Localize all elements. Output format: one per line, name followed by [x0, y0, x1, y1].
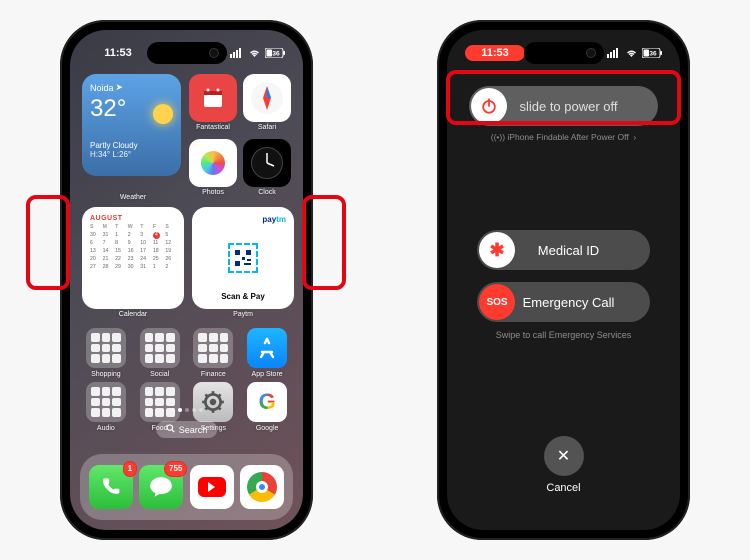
wifi-icon	[625, 48, 638, 58]
cancel-button[interactable]: ✕	[544, 436, 584, 476]
paytm-widget[interactable]: paytm Scan & Pay	[192, 207, 294, 309]
annotation-power-slider	[446, 70, 681, 125]
dynamic-island	[524, 42, 604, 64]
clock-app[interactable]	[243, 139, 291, 187]
sos-icon: SOS	[479, 284, 515, 320]
calendar-label: Calendar	[119, 311, 147, 318]
safari-label: Safari	[258, 124, 276, 131]
medical-id-slider[interactable]: ✱ Medical ID	[477, 230, 650, 270]
weather-widget[interactable]: Noida➤ 32° Partly Cloudy H:34° L:26°	[82, 74, 181, 176]
emergency-call-label: Emergency Call	[517, 295, 650, 310]
annotation-side-button	[302, 195, 346, 290]
weather-hilo: H:34° L:26°	[90, 150, 173, 159]
weather-location: Noida	[90, 83, 114, 93]
search-label: Search	[179, 425, 208, 435]
spotlight-search[interactable]: Search	[156, 421, 218, 438]
weather-condition: Partly Cloudy	[90, 141, 173, 150]
messages-badge: 755	[164, 461, 187, 477]
wifi-icon	[248, 48, 261, 58]
weather-widget-label: Weather	[82, 194, 184, 201]
svg-text:36: 36	[649, 51, 657, 58]
close-icon: ✕	[557, 446, 570, 466]
finance-folder[interactable]	[193, 328, 233, 368]
signal-icon	[230, 48, 244, 58]
photos-app[interactable]	[189, 139, 237, 187]
sun-icon	[153, 104, 173, 124]
paytm-logo: paytm	[262, 215, 286, 224]
findable-note[interactable]: ((•)) iPhone Findable After Power Off ›	[447, 132, 680, 142]
status-time: 11:53	[465, 45, 525, 61]
calendar-month: AUGUST	[90, 215, 176, 222]
battery-icon: 36	[642, 48, 662, 58]
iphone-home-mockup: 11:53 36 Noida➤	[60, 20, 313, 540]
phone-badge: 1	[123, 461, 137, 477]
signal-icon	[607, 48, 621, 58]
location-icon: ➤	[116, 82, 124, 93]
svg-text:36: 36	[272, 51, 280, 58]
medical-id-label: Medical ID	[517, 243, 650, 258]
dynamic-island	[147, 42, 227, 64]
swipe-note: Swipe to call Emergency Services	[447, 330, 680, 340]
shopping-folder[interactable]	[86, 328, 126, 368]
calendar-widget[interactable]: AUGUST SMTWTFS30311234567891011121314151…	[82, 207, 184, 309]
messages-app[interactable]: 755	[139, 465, 183, 509]
safari-app[interactable]	[243, 74, 291, 122]
battery-icon: 36	[265, 48, 285, 58]
search-icon	[166, 424, 175, 435]
fantastical-label: Fantastical	[196, 124, 230, 131]
clock-label: Clock	[258, 189, 276, 196]
settings-app[interactable]	[193, 382, 233, 422]
medical-icon: ✱	[479, 232, 515, 268]
social-folder[interactable]	[140, 328, 180, 368]
app-store-app[interactable]	[247, 328, 287, 368]
dock: 1 755	[80, 454, 293, 520]
youtube-app[interactable]	[190, 465, 234, 509]
google-app[interactable]: G	[247, 382, 287, 422]
photos-label: Photos	[202, 189, 224, 196]
status-time: 11:53	[88, 47, 148, 59]
food-folder[interactable]	[140, 382, 180, 422]
audio-folder[interactable]	[86, 382, 126, 422]
emergency-call-slider[interactable]: SOS Emergency Call	[477, 282, 650, 322]
qr-icon	[228, 243, 258, 273]
fantastical-app[interactable]	[189, 74, 237, 122]
paytm-scan-label: Scan & Pay	[221, 292, 265, 301]
cancel-label: Cancel	[546, 482, 580, 494]
phone-app[interactable]: 1	[89, 465, 133, 509]
page-dots[interactable]	[171, 408, 203, 412]
calendar-grid: SMTWTFS303112345678910111213141516171819…	[90, 224, 176, 271]
chrome-app[interactable]	[240, 465, 284, 509]
paytm-label: Paytm	[233, 311, 253, 318]
annotation-volume-buttons	[26, 195, 70, 290]
